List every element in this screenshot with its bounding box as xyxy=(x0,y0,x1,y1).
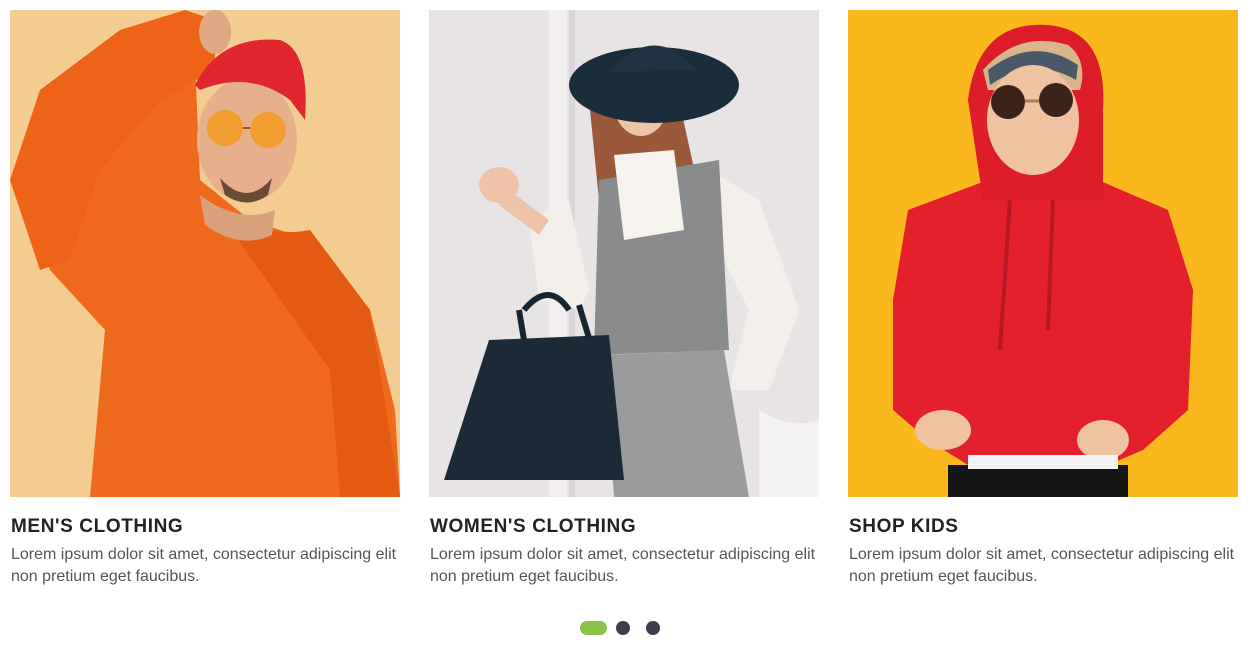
shop-kids-image[interactable] xyxy=(848,10,1238,497)
card-title[interactable]: SHOP KIDS xyxy=(849,515,1238,539)
mens-clothing-image[interactable] xyxy=(10,10,400,497)
card-description: Lorem ipsum dolor sit amet, consectetur … xyxy=(11,546,397,585)
pagination-dot-1[interactable] xyxy=(580,621,607,635)
card-description: Lorem ipsum dolor sit amet, consectetur … xyxy=(430,546,816,585)
category-card-kids[interactable]: SHOP KIDS Lorem ipsum dolor sit amet, co… xyxy=(848,10,1238,588)
card-title[interactable]: MEN'S CLOTHING xyxy=(11,515,400,539)
womens-clothing-image[interactable] xyxy=(429,10,819,497)
card-description: Lorem ipsum dolor sit amet, consectetur … xyxy=(849,546,1235,585)
category-carousel: MEN'S CLOTHING Lorem ipsum dolor sit ame… xyxy=(0,0,1250,648)
pagination-dot-3[interactable] xyxy=(646,621,660,635)
category-card-womens[interactable]: WOMEN'S CLOTHING Lorem ipsum dolor sit a… xyxy=(429,10,819,588)
category-card-mens[interactable]: MEN'S CLOTHING Lorem ipsum dolor sit ame… xyxy=(10,10,400,588)
card-title[interactable]: WOMEN'S CLOTHING xyxy=(430,515,819,539)
carousel-pagination xyxy=(580,621,676,635)
pagination-dot-2[interactable] xyxy=(616,621,630,635)
